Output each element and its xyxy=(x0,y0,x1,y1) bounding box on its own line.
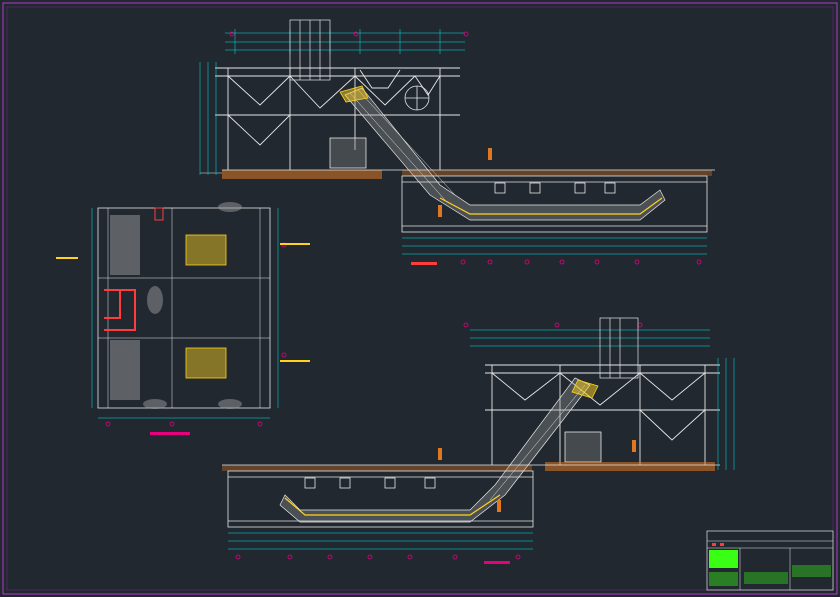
title-block-logo xyxy=(709,550,738,568)
section-view-top xyxy=(199,19,715,265)
steel-frame-bottom xyxy=(485,364,720,465)
plan-callouts xyxy=(56,243,310,362)
ground-line-bottom xyxy=(222,462,720,471)
sheet-frame-outer xyxy=(2,2,838,595)
top-grid-markers xyxy=(229,31,469,37)
tunnel-dimension-top xyxy=(402,237,707,255)
bottom-grid-markers xyxy=(463,322,643,328)
section-label-top xyxy=(411,262,437,265)
plan-red-conveyor xyxy=(104,289,136,331)
tunnel-grid-markers-top xyxy=(460,259,702,265)
crusher-unit-bottom xyxy=(564,431,602,463)
bottom-dimension-lines xyxy=(470,329,710,347)
inclined-conveyor-top xyxy=(339,85,666,221)
bin-stack-bottom xyxy=(599,317,639,379)
sheet-frame-inner xyxy=(6,6,834,591)
section-view-bottom xyxy=(222,317,735,564)
tunnel-dimension-bottom xyxy=(228,532,533,550)
right-elevation-dims-bottom xyxy=(717,358,735,470)
section-label-bottom xyxy=(484,561,510,564)
title-block xyxy=(706,530,834,591)
plan-label xyxy=(150,432,190,435)
left-elevation-dims-top xyxy=(199,62,217,175)
plan-red-marker-top xyxy=(154,207,164,221)
plan-yellow-hoppers xyxy=(185,234,227,379)
tunnel-grid-markers-bottom xyxy=(235,554,521,560)
plan-view xyxy=(56,202,310,435)
top-dimension-lines xyxy=(225,29,465,54)
ground-line-top xyxy=(200,169,715,179)
cad-drawing-sheet xyxy=(2,2,838,595)
